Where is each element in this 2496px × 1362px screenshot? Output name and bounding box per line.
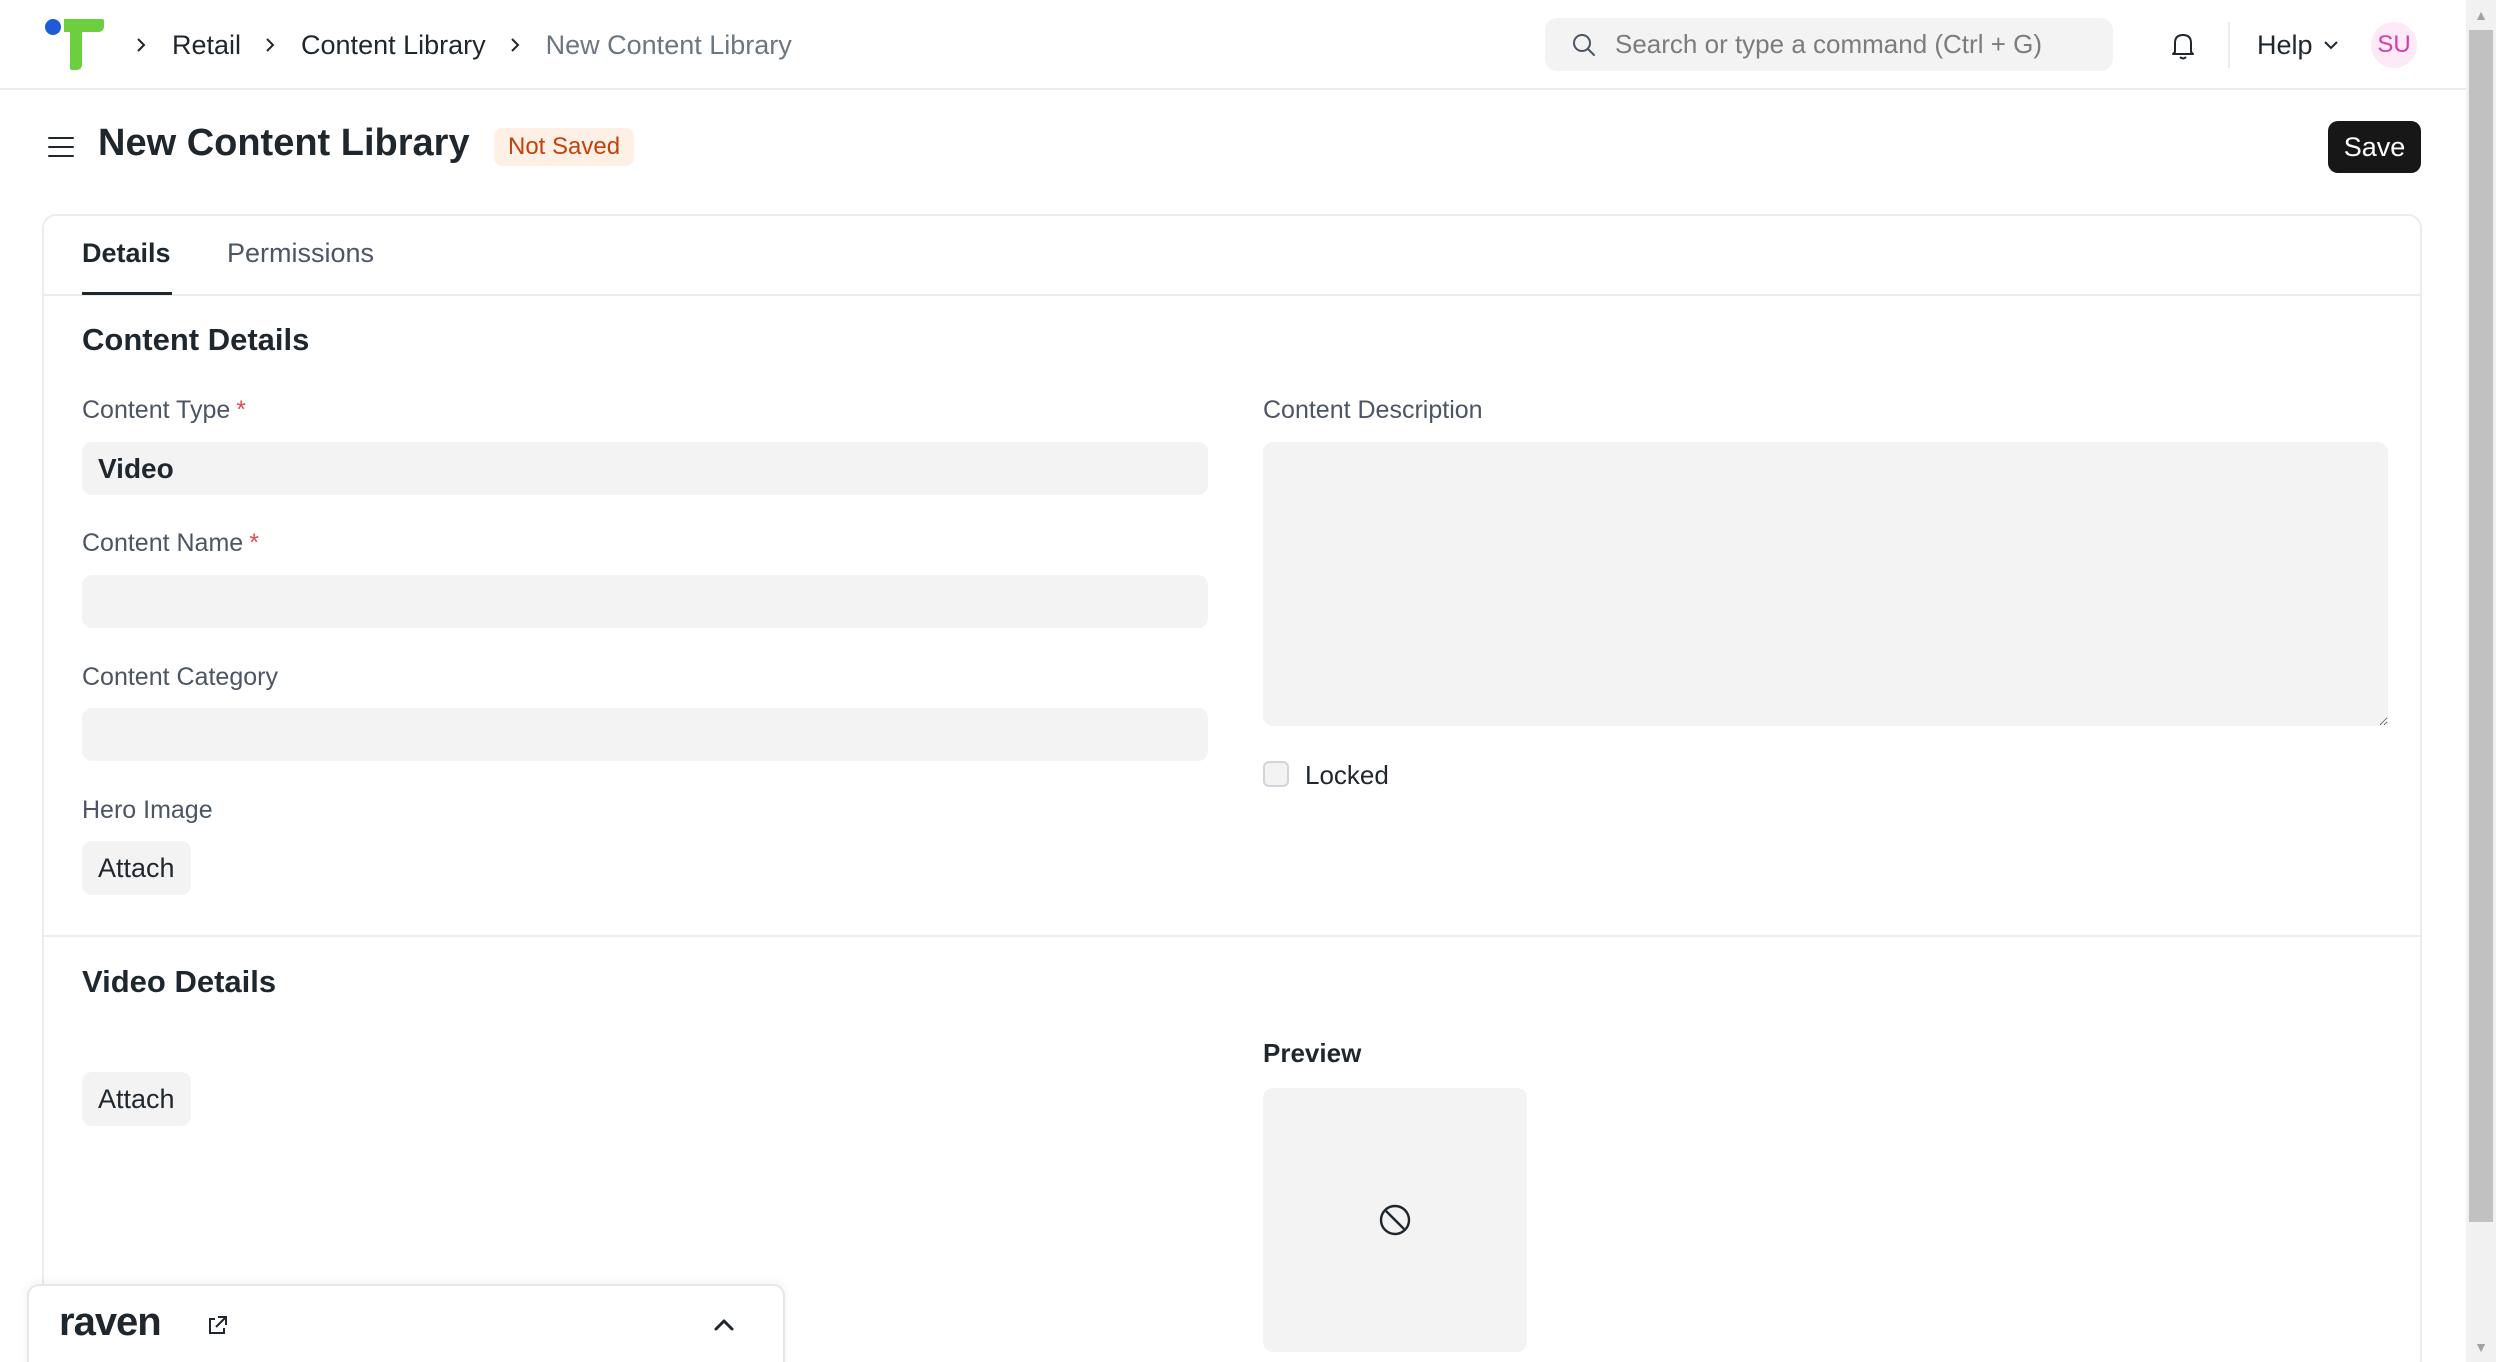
- content-name-field[interactable]: [82, 575, 1208, 628]
- save-button[interactable]: Save: [2328, 121, 2421, 173]
- hero-image-label: Hero Image: [82, 796, 213, 824]
- navbar-divider: [2228, 22, 2230, 68]
- scroll-down-arrow-icon[interactable]: ▼: [2466, 1332, 2496, 1362]
- chevron-right-icon: [259, 34, 281, 56]
- section-title-content-details: Content Details: [82, 322, 310, 357]
- content-category-label: Content Category: [82, 663, 278, 691]
- external-link-icon[interactable]: [205, 1314, 229, 1338]
- tab-details[interactable]: Details: [82, 238, 171, 269]
- content-description-label: Content Description: [1263, 396, 1483, 424]
- search-icon: [1573, 33, 1595, 56]
- content-name-label: Content Name *: [82, 529, 259, 557]
- help-label: Help: [2257, 29, 2313, 60]
- navbar: Retail Content Library New Content Libra…: [0, 0, 2466, 90]
- chevron-right-icon: [130, 34, 152, 56]
- locked-checkbox[interactable]: [1263, 761, 1289, 787]
- content-type-label: Content Type *: [82, 396, 246, 424]
- raven-chat-widget[interactable]: raven: [27, 1284, 785, 1362]
- section-title-video-details: Video Details: [82, 964, 277, 999]
- scroll-up-arrow-icon[interactable]: ▲: [2466, 0, 2496, 30]
- breadcrumb: Retail Content Library New Content Libra…: [130, 0, 792, 90]
- search-input[interactable]: [1615, 29, 2095, 60]
- search-bar[interactable]: [1545, 18, 2113, 71]
- locked-label: Locked: [1305, 760, 1389, 790]
- active-tab-indicator: [82, 292, 172, 295]
- help-menu[interactable]: Help: [2257, 0, 2341, 90]
- video-attach-button[interactable]: Attach: [82, 1072, 191, 1126]
- breadcrumb-current: New Content Library: [545, 29, 792, 60]
- raven-logo: raven: [59, 1300, 162, 1344]
- required-marker: *: [249, 529, 259, 557]
- section-divider: [44, 935, 2420, 937]
- content-type-field[interactable]: [82, 442, 1208, 495]
- chevron-right-icon: [504, 34, 526, 56]
- content-category-field[interactable]: [82, 708, 1208, 761]
- prohibited-icon: [1379, 1204, 1411, 1236]
- app-logo-icon[interactable]: [44, 18, 106, 70]
- bell-icon[interactable]: [2166, 28, 2200, 62]
- status-badge: Not Saved: [494, 128, 635, 166]
- tab-bar: Details Permissions: [44, 216, 2420, 296]
- hero-image-attach-button[interactable]: Attach: [82, 841, 191, 895]
- chevron-up-icon[interactable]: [709, 1310, 739, 1340]
- hamburger-icon[interactable]: [46, 132, 76, 162]
- preview-label: Preview: [1263, 1038, 1362, 1068]
- scrollbar[interactable]: ▲ ▼: [2466, 0, 2496, 1362]
- video-preview: [1263, 1088, 1527, 1352]
- breadcrumb-content-library[interactable]: Content Library: [301, 30, 486, 61]
- content-description-field[interactable]: [1263, 442, 2388, 726]
- chevron-down-icon: [2323, 41, 2338, 50]
- avatar[interactable]: SU: [2371, 22, 2417, 68]
- form-card: Details Permissions Content Details Cont…: [42, 214, 2422, 1362]
- tab-permissions[interactable]: Permissions: [227, 238, 374, 269]
- scrollbar-thumb[interactable]: [2469, 30, 2493, 1222]
- required-marker: *: [236, 396, 246, 424]
- page-title: New Content Library: [98, 122, 470, 164]
- breadcrumb-retail[interactable]: Retail: [172, 30, 241, 61]
